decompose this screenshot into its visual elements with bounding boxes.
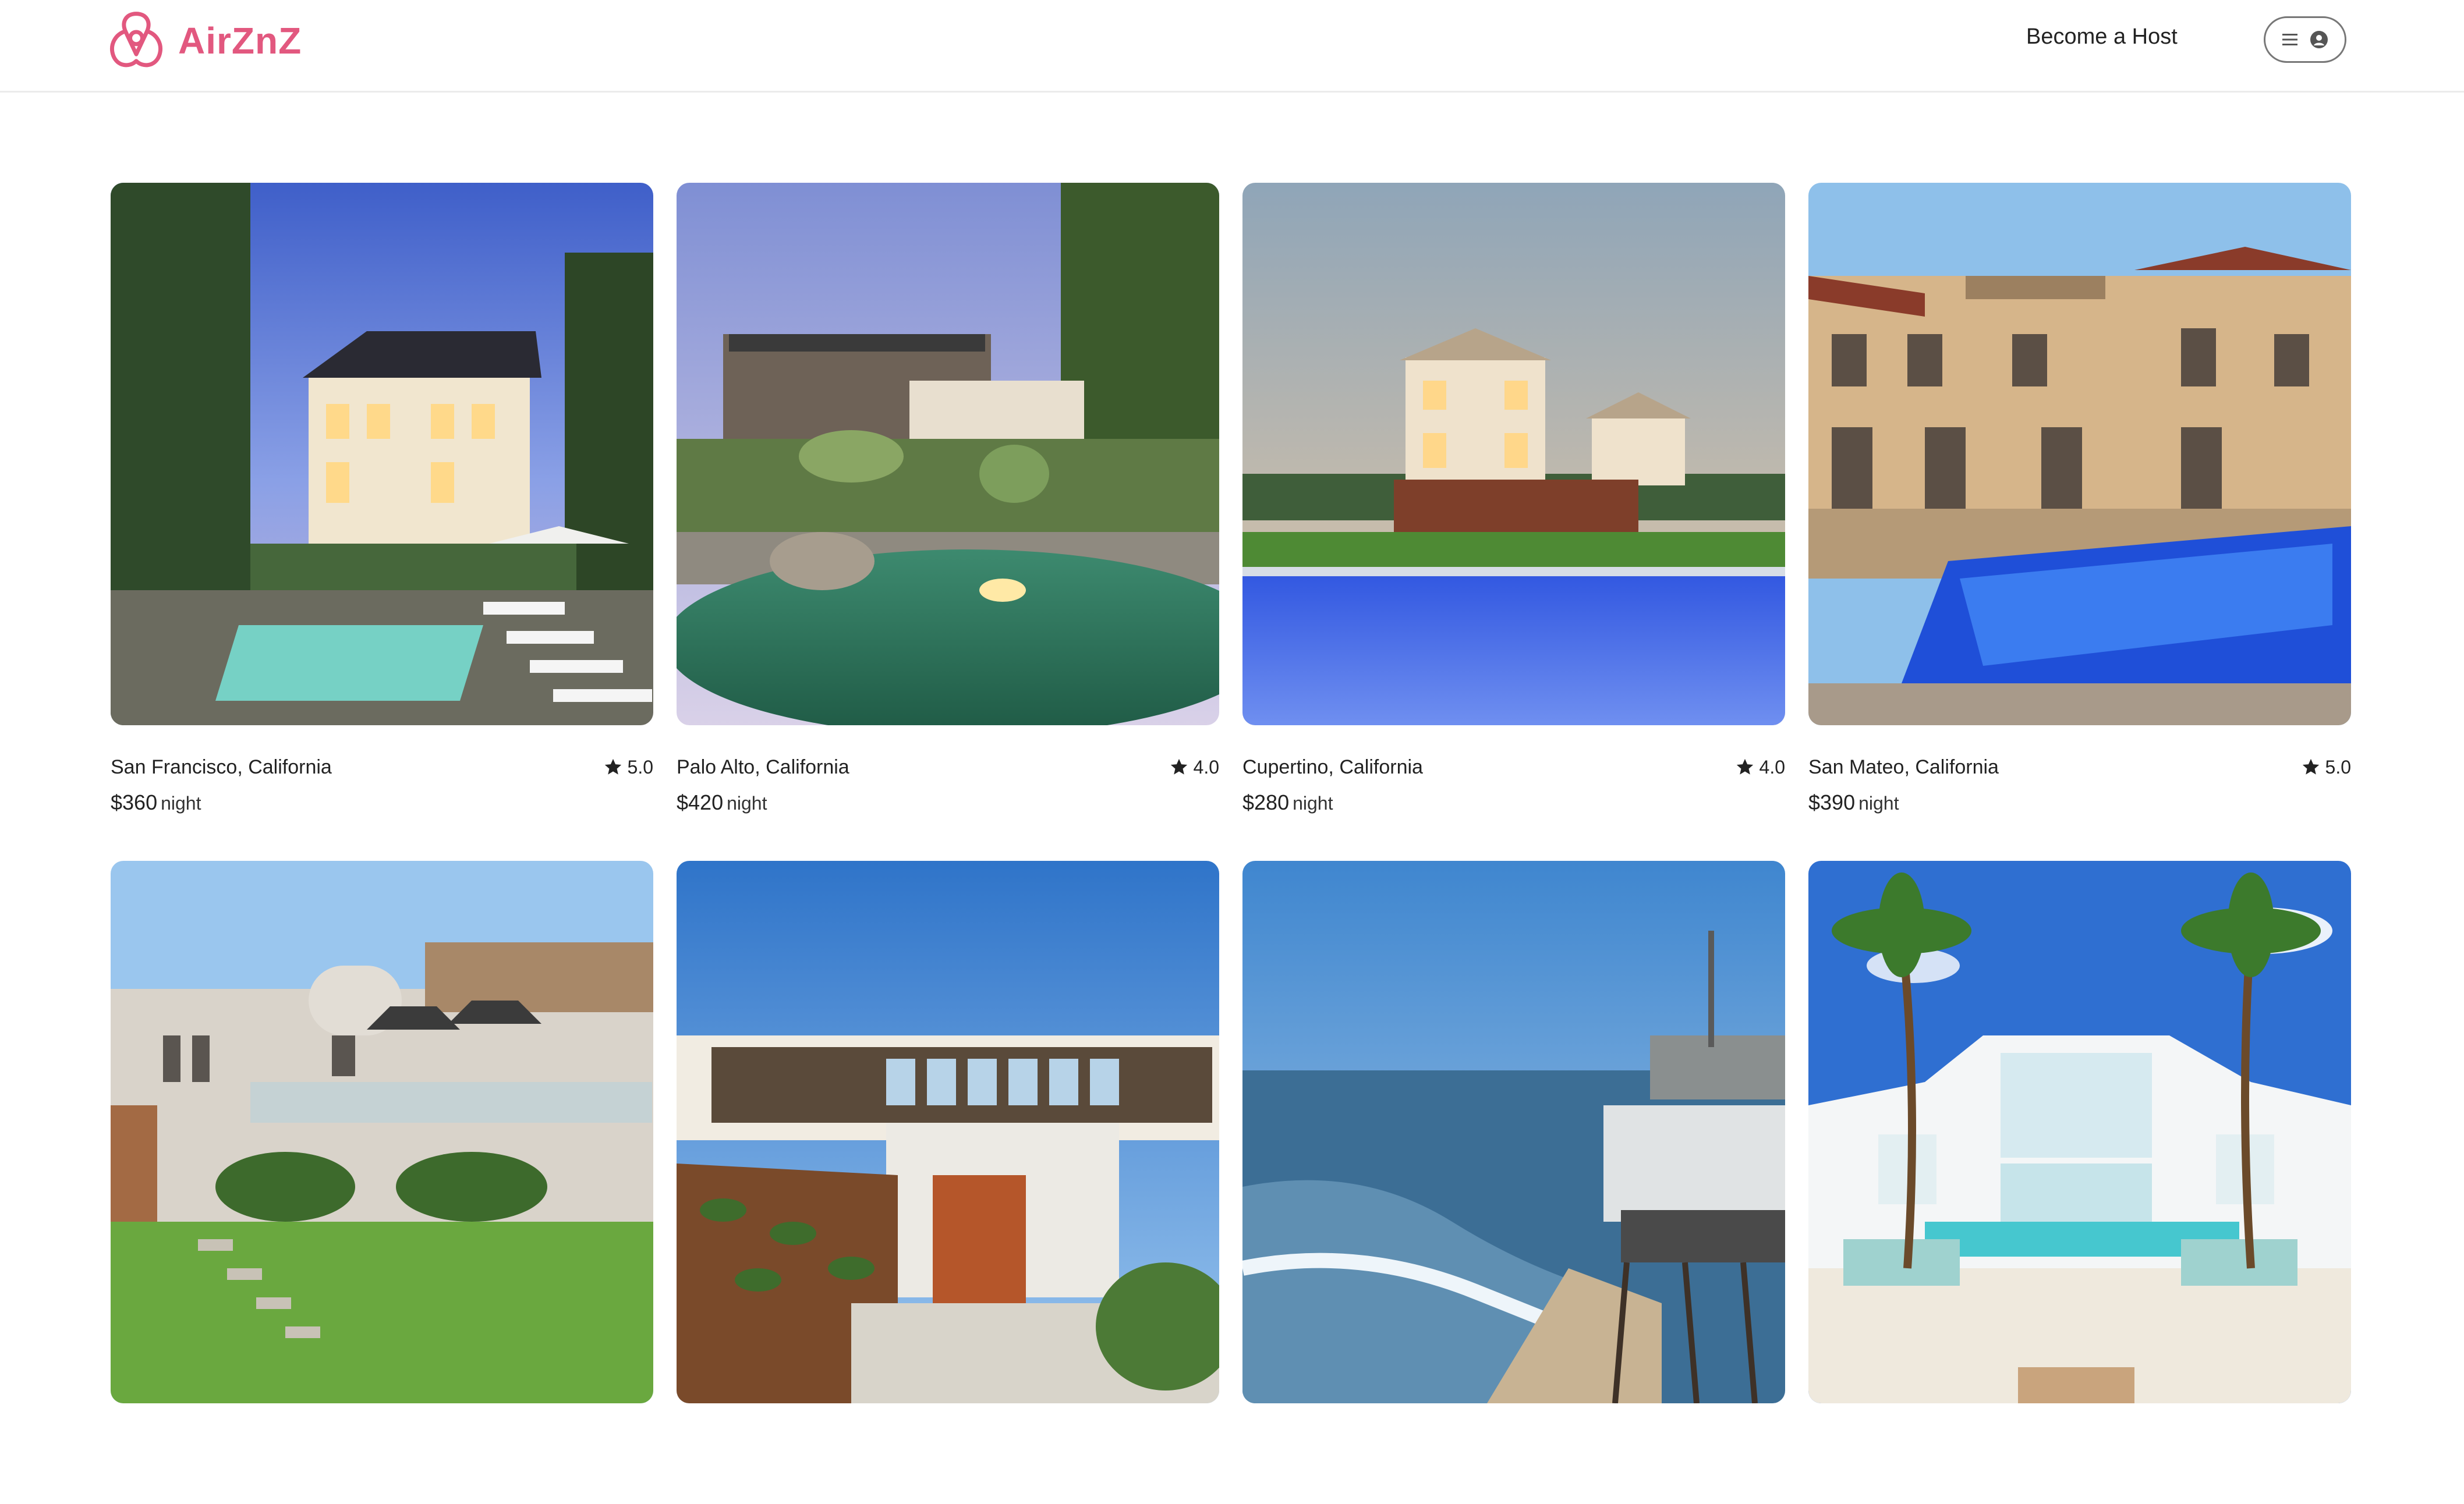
- listing-card[interactable]: [1242, 861, 1785, 1504]
- price-unit: night: [727, 793, 767, 814]
- listing-photo[interactable]: [1808, 183, 2351, 725]
- rating-value: 4.0: [1193, 756, 1219, 778]
- listing-photo[interactable]: [111, 861, 653, 1403]
- logo-text: AirZnZ: [178, 20, 302, 62]
- listing-rating: 5.0: [603, 757, 653, 778]
- listing-rating: 4.0: [1735, 757, 1785, 778]
- hamburger-icon: [2282, 34, 2297, 45]
- price-unit: night: [1858, 793, 1899, 814]
- price-amount: $420: [677, 790, 724, 814]
- star-icon: [1170, 758, 1187, 775]
- listing-price: [111, 1468, 653, 1493]
- price-unit: night: [161, 793, 201, 814]
- listing-price: [677, 1468, 1219, 1493]
- listing-price: [1242, 1468, 1785, 1493]
- become-a-host-link[interactable]: Become a Host: [2026, 24, 2178, 49]
- home-logo-link[interactable]: AirZnZ: [102, 6, 302, 76]
- airznz-logo-icon: [110, 12, 162, 68]
- listing-rating: 5.0: [2301, 757, 2351, 778]
- listing-photo[interactable]: [677, 183, 1219, 725]
- user-icon: [2310, 31, 2328, 48]
- top-nav-bar: AirZnZ Become a Host: [0, 0, 2464, 93]
- listing-photo[interactable]: [111, 183, 653, 725]
- listing-price: $390 night: [1808, 790, 2351, 815]
- price-unit: night: [1293, 793, 1333, 814]
- listing-price: $280 night: [1242, 790, 1785, 815]
- listing-location: San Francisco, California: [111, 755, 332, 778]
- listing-price: $420 night: [677, 790, 1219, 815]
- listing-photo[interactable]: [1242, 861, 1785, 1403]
- price-amount: $280: [1242, 790, 1290, 814]
- price-amount: $390: [1808, 790, 1856, 814]
- listing-location: Palo Alto, California: [677, 755, 849, 778]
- listing-card[interactable]: [1808, 861, 2351, 1504]
- listing-photo[interactable]: [1242, 183, 1785, 725]
- listing-card[interactable]: Cupertino, California 4.0 $280 night: [1242, 183, 1785, 826]
- rating-value: 5.0: [627, 756, 653, 778]
- rating-value: 4.0: [1759, 756, 1785, 778]
- listing-card[interactable]: San Francisco, California 5.0 $360 night: [111, 183, 653, 826]
- star-icon: [1736, 758, 1753, 775]
- star-icon: [2302, 758, 2319, 775]
- listing-card[interactable]: [111, 861, 653, 1504]
- listing-photo[interactable]: [677, 861, 1219, 1403]
- price-amount: $360: [111, 790, 158, 814]
- listing-rating: 4.0: [1169, 757, 1219, 778]
- listing-location: Cupertino, California: [1242, 755, 1423, 778]
- listing-photo[interactable]: [1808, 861, 2351, 1403]
- star-icon: [604, 758, 621, 775]
- listing-price: $360 night: [111, 790, 653, 815]
- user-menu-button[interactable]: [2264, 16, 2346, 63]
- listing-price: [1808, 1468, 2351, 1493]
- listing-card[interactable]: [677, 861, 1219, 1504]
- listing-card[interactable]: Palo Alto, California 4.0 $420 night: [677, 183, 1219, 826]
- listings-grid: San Francisco, California 5.0 $360night: [111, 183, 2351, 1504]
- listing-location: San Mateo, California: [1808, 755, 1999, 778]
- rating-value: 5.0: [2325, 756, 2351, 778]
- listing-card[interactable]: San Mateo, California 5.0 $390 night: [1808, 183, 2351, 826]
